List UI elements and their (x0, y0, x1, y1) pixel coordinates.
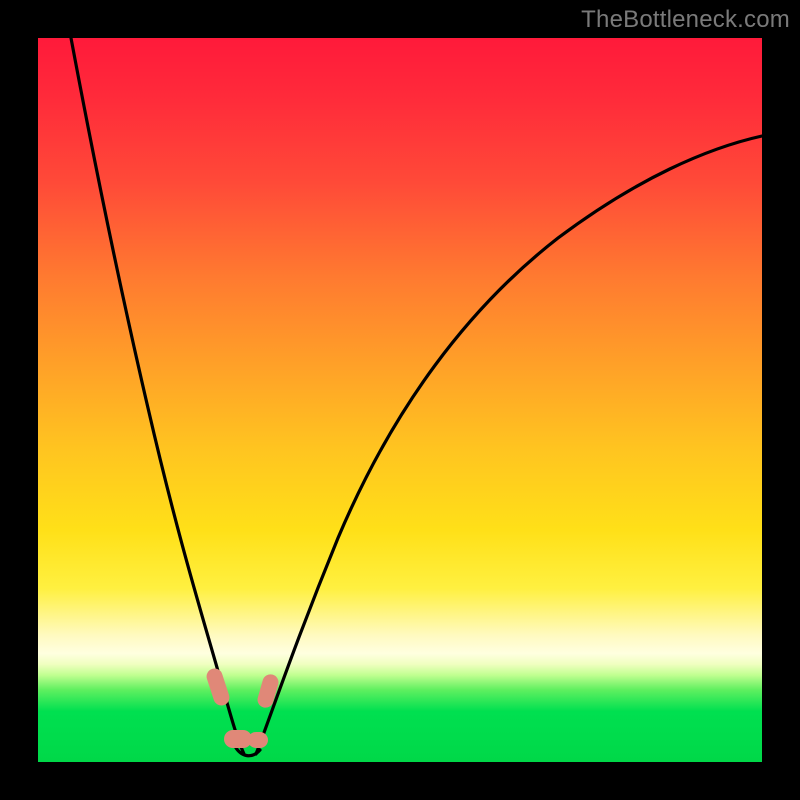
curve-left-branch (71, 38, 244, 754)
watermark-text: TheBottleneck.com (581, 6, 790, 34)
marker-blob (205, 666, 232, 707)
curve-right-branch (256, 136, 762, 754)
marker-blob (248, 732, 268, 748)
marker-blob (256, 672, 281, 709)
outer-frame: TheBottleneck.com (0, 0, 800, 800)
plot-area (38, 38, 762, 762)
marker-blob (224, 730, 252, 748)
bottleneck-curve (38, 38, 762, 762)
